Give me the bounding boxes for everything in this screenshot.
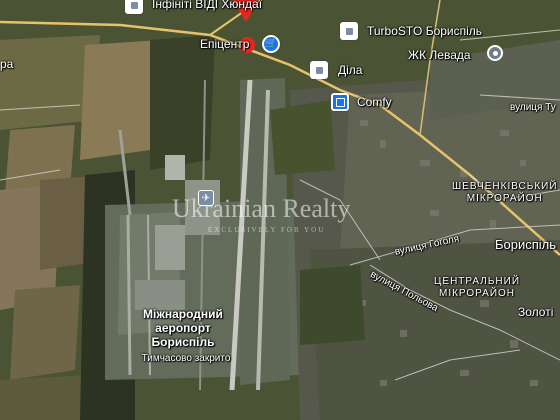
- airport-status: Тимчасово закрито: [141, 353, 231, 364]
- service-icon: [345, 27, 353, 35]
- poi-turbosto-icon[interactable]: [340, 22, 358, 40]
- poi-turbosto-label[interactable]: TurboSTO Бориспіль: [367, 25, 482, 37]
- airport-name[interactable]: Міжнародний аеропорт Бориспіль: [128, 307, 238, 349]
- shop-icon: [130, 1, 138, 9]
- district-shevchenkivskyi: ШЕВЧЕНКІВСЬКИЙ МІКРОРАЙОН: [452, 181, 558, 204]
- street-tupoleva: вулиця Ту: [510, 102, 556, 113]
- shopping-cart-icon: 🛒: [264, 38, 278, 49]
- poi-levada-label[interactable]: ЖК Левада: [408, 49, 471, 61]
- poi-infiniti-label[interactable]: Інфініті ВІДІ Хюндаї: [152, 0, 262, 10]
- poi-infiniti-icon[interactable]: [125, 0, 143, 14]
- poi-dila-icon[interactable]: [310, 61, 328, 79]
- lab-icon: [315, 66, 323, 74]
- place-left-edge: ра: [0, 57, 14, 71]
- poi-comfy-icon[interactable]: [331, 93, 349, 111]
- poi-epicentr-label[interactable]: Епіцентр: [200, 38, 249, 50]
- place-zolotonosha: Золоті: [518, 305, 554, 319]
- place-boryspil[interactable]: Бориспіль: [495, 238, 556, 251]
- watermark-tagline: EXCLUSIVELY FOR YOU: [208, 226, 326, 234]
- district-tsentralnyi: ЦЕНТРАЛЬНИЙ МІКРОРАЙОН: [434, 276, 521, 299]
- poi-comfy-label[interactable]: Comfy: [357, 96, 392, 108]
- airport-icon[interactable]: ✈: [198, 190, 214, 206]
- poi-dila-label[interactable]: Діла: [338, 64, 362, 76]
- location-pin-icon[interactable]: [487, 45, 503, 61]
- shopping-bag-icon: [335, 97, 345, 107]
- poi-epicentr-icon[interactable]: 🛒: [262, 35, 280, 53]
